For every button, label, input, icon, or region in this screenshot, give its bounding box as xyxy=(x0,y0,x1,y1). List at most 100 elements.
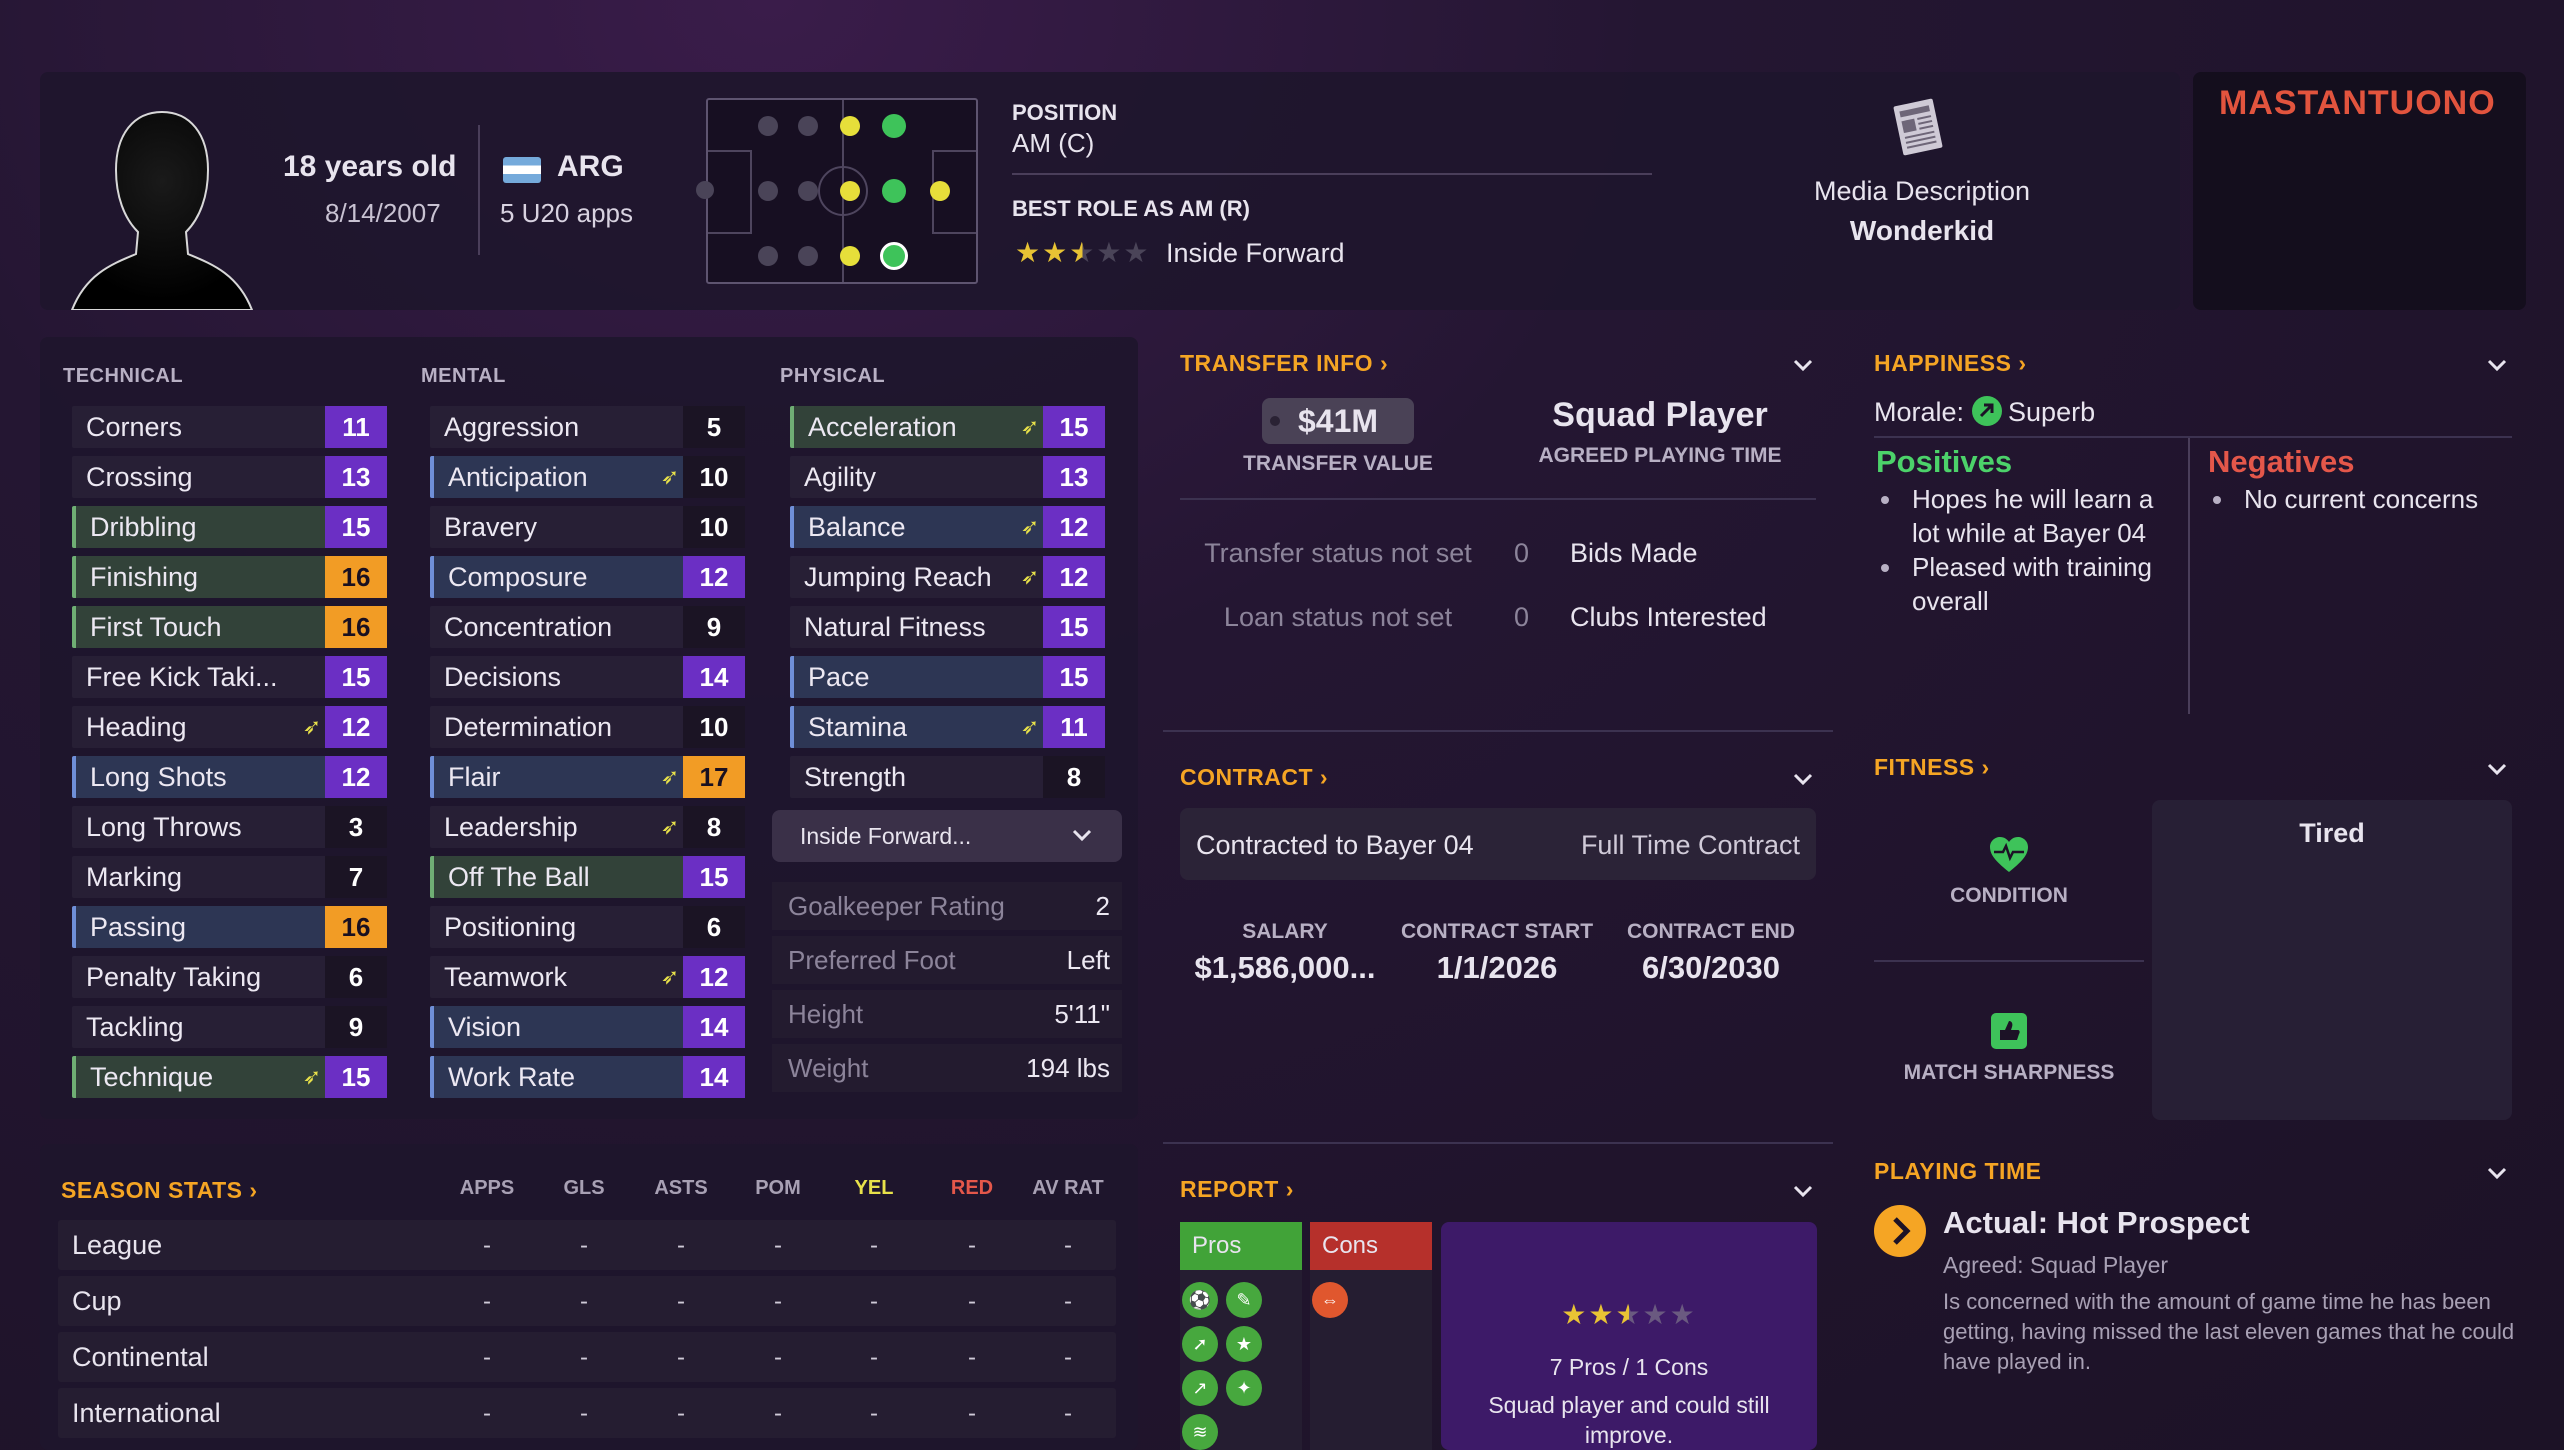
attribute-row[interactable]: Corners 11 xyxy=(72,406,387,448)
info-value: 2 xyxy=(1095,890,1110,921)
position-pitch[interactable] xyxy=(696,98,978,284)
attribute-row[interactable]: Acceleration ➶ 15 xyxy=(790,406,1105,448)
stat-column-header[interactable]: GLS xyxy=(544,1177,624,1200)
stat-column-header[interactable]: ASTS xyxy=(641,1177,721,1200)
stat-cell: - xyxy=(483,1344,491,1371)
stat-cell: - xyxy=(677,1288,685,1315)
attribute-row[interactable]: Tackling 9 xyxy=(72,1006,387,1048)
attribute-row[interactable]: Passing 16 xyxy=(72,906,387,948)
loan-status-row[interactable]: Loan status not set 0 Clubs Interested xyxy=(1180,588,1816,644)
pass-icon[interactable]: ➚ xyxy=(1182,1326,1218,1362)
attribute-row[interactable]: Balance ➶ 12 xyxy=(790,506,1105,548)
stat-column-header[interactable]: AV RAT xyxy=(1028,1177,1108,1200)
attribute-row[interactable]: Penalty Taking 6 xyxy=(72,956,387,998)
attribute-row[interactable]: Off The Ball 15 xyxy=(430,856,745,898)
role-dropdown[interactable]: Inside Forward... xyxy=(772,810,1122,862)
attribute-name: Balance xyxy=(808,511,906,542)
playing-time-title[interactable]: PLAYING TIME xyxy=(1874,1158,2041,1185)
season-stats-title[interactable]: SEASON STATS › xyxy=(61,1177,258,1204)
info-value: 5'11" xyxy=(1054,998,1110,1029)
technique-icon[interactable]: ⚽ xyxy=(1182,1282,1218,1318)
boot-icon[interactable]: ✎ xyxy=(1226,1282,1262,1318)
attribute-value: 10 xyxy=(683,506,745,548)
competition-label: Continental xyxy=(72,1342,209,1372)
attribute-row[interactable]: Work Rate 14 xyxy=(430,1056,745,1098)
attribute-row[interactable]: Long Throws 3 xyxy=(72,806,387,848)
attribute-name: Tackling xyxy=(86,1011,184,1042)
attribute-row[interactable]: Composure 12 xyxy=(430,556,745,598)
attribute-row[interactable]: Finishing 16 xyxy=(72,556,387,598)
attribute-row[interactable]: Technique ➶ 15 xyxy=(72,1056,387,1098)
attribute-row[interactable]: Marking 7 xyxy=(72,856,387,898)
chevron-down-icon[interactable] xyxy=(1792,354,1814,376)
table-row[interactable]: Cup - - - - - - - xyxy=(58,1276,1116,1326)
morale-line: Morale: Superb xyxy=(1874,396,2095,428)
table-row[interactable]: League - - - - - - - xyxy=(58,1220,1116,1270)
attribute-row[interactable]: Pace 15 xyxy=(790,656,1105,698)
info-key: Goalkeeper Rating xyxy=(788,890,1005,921)
attribute-row[interactable]: Positioning 6 xyxy=(430,906,745,948)
attribute-row[interactable]: Anticipation ➶ 10 xyxy=(430,456,745,498)
chevron-down-icon[interactable] xyxy=(1792,1180,1814,1202)
stat-column-header[interactable]: POM xyxy=(738,1177,818,1200)
morale-label: Morale: xyxy=(1874,397,1965,427)
attribute-row[interactable]: Heading ➶ 12 xyxy=(72,706,387,748)
dribble-icon[interactable]: ≋ xyxy=(1182,1414,1218,1450)
attribute-row[interactable]: Jumping Reach ➶ 12 xyxy=(790,556,1105,598)
attribute-row[interactable]: Flair ➶ 17 xyxy=(430,756,745,798)
attribute-row[interactable]: Dribbling 15 xyxy=(72,506,387,548)
list-item: Pleased with training overall xyxy=(1874,550,2180,618)
strength-icon[interactable]: ⇔ xyxy=(1312,1282,1348,1318)
attribute-value: 12 xyxy=(1043,556,1105,598)
table-row[interactable]: International - - - - - - - xyxy=(58,1388,1116,1438)
attribute-row[interactable]: Crossing 13 xyxy=(72,456,387,498)
attribute-row[interactable]: Natural Fitness 15 xyxy=(790,606,1105,648)
table-row[interactable]: Continental - - - - - - - xyxy=(58,1332,1116,1382)
trend-up-arrow-icon: ➶ xyxy=(660,814,680,839)
attribute-row[interactable]: Vision 14 xyxy=(430,1006,745,1048)
attribute-row[interactable]: Determination 10 xyxy=(430,706,745,748)
attribute-name: Leadership xyxy=(444,811,578,842)
attribute-row[interactable]: Long Shots 12 xyxy=(72,756,387,798)
chevron-down-icon[interactable] xyxy=(2486,1162,2508,1184)
attribute-name: Passing xyxy=(90,911,187,942)
stat-cell: - xyxy=(1064,1288,1072,1315)
attribute-row[interactable]: Leadership ➶ 8 xyxy=(430,806,745,848)
happiness-title[interactable]: HAPPINESS › xyxy=(1874,350,2027,377)
attribute-value: 13 xyxy=(1043,456,1105,498)
report-title[interactable]: REPORT › xyxy=(1180,1176,1294,1203)
attribute-row[interactable]: Agility 13 xyxy=(790,456,1105,498)
chevron-down-icon[interactable] xyxy=(2486,758,2508,780)
chevron-down-icon[interactable] xyxy=(2486,354,2508,376)
attribute-row[interactable]: First Touch 16 xyxy=(72,606,387,648)
fitness-title[interactable]: FITNESS › xyxy=(1874,754,1990,781)
attribute-row[interactable]: Free Kick Taki... 15 xyxy=(72,656,387,698)
attribute-row[interactable]: Strength 8 xyxy=(790,756,1105,798)
brain-icon[interactable]: ✦ xyxy=(1226,1370,1262,1406)
attribute-row[interactable]: Bravery 10 xyxy=(430,506,745,548)
attribute-row[interactable]: Decisions 14 xyxy=(430,656,745,698)
star-icon[interactable]: ★ xyxy=(1226,1326,1262,1362)
attribute-row[interactable]: Aggression 5 xyxy=(430,406,745,448)
trend-icon[interactable]: ↗ xyxy=(1182,1370,1218,1406)
physical-title: PHYSICAL xyxy=(780,365,886,387)
attribute-row[interactable]: Teamwork ➶ 12 xyxy=(430,956,745,998)
stat-column-header[interactable]: YEL xyxy=(834,1177,914,1200)
attribute-row[interactable]: Concentration 9 xyxy=(430,606,745,648)
chevron-down-icon[interactable] xyxy=(1792,768,1814,790)
transfer-info-title[interactable]: TRANSFER INFO › xyxy=(1180,350,1388,377)
transfer-status-row[interactable]: Transfer status not set 0 Bids Made xyxy=(1180,524,1816,580)
stat-column-header[interactable]: RED xyxy=(932,1177,1012,1200)
player-age: 18 years old xyxy=(283,150,457,183)
info-row: Weight 194 lbs xyxy=(772,1044,1122,1092)
chevron-right-icon[interactable] xyxy=(1874,1205,1926,1257)
contract-title[interactable]: CONTRACT › xyxy=(1180,764,1328,791)
salary-label: SALARY xyxy=(1242,920,1328,943)
stat-column-header[interactable]: APPS xyxy=(447,1177,527,1200)
attribute-row[interactable]: Stamina ➶ 11 xyxy=(790,706,1105,748)
best-role-value[interactable]: Inside Forward xyxy=(1166,238,1345,269)
pitch-dot xyxy=(696,181,714,199)
transfer-value-pill[interactable]: $41M xyxy=(1262,398,1414,444)
info-key: Weight xyxy=(788,1052,869,1083)
player-nation[interactable]: ARG xyxy=(557,150,624,184)
